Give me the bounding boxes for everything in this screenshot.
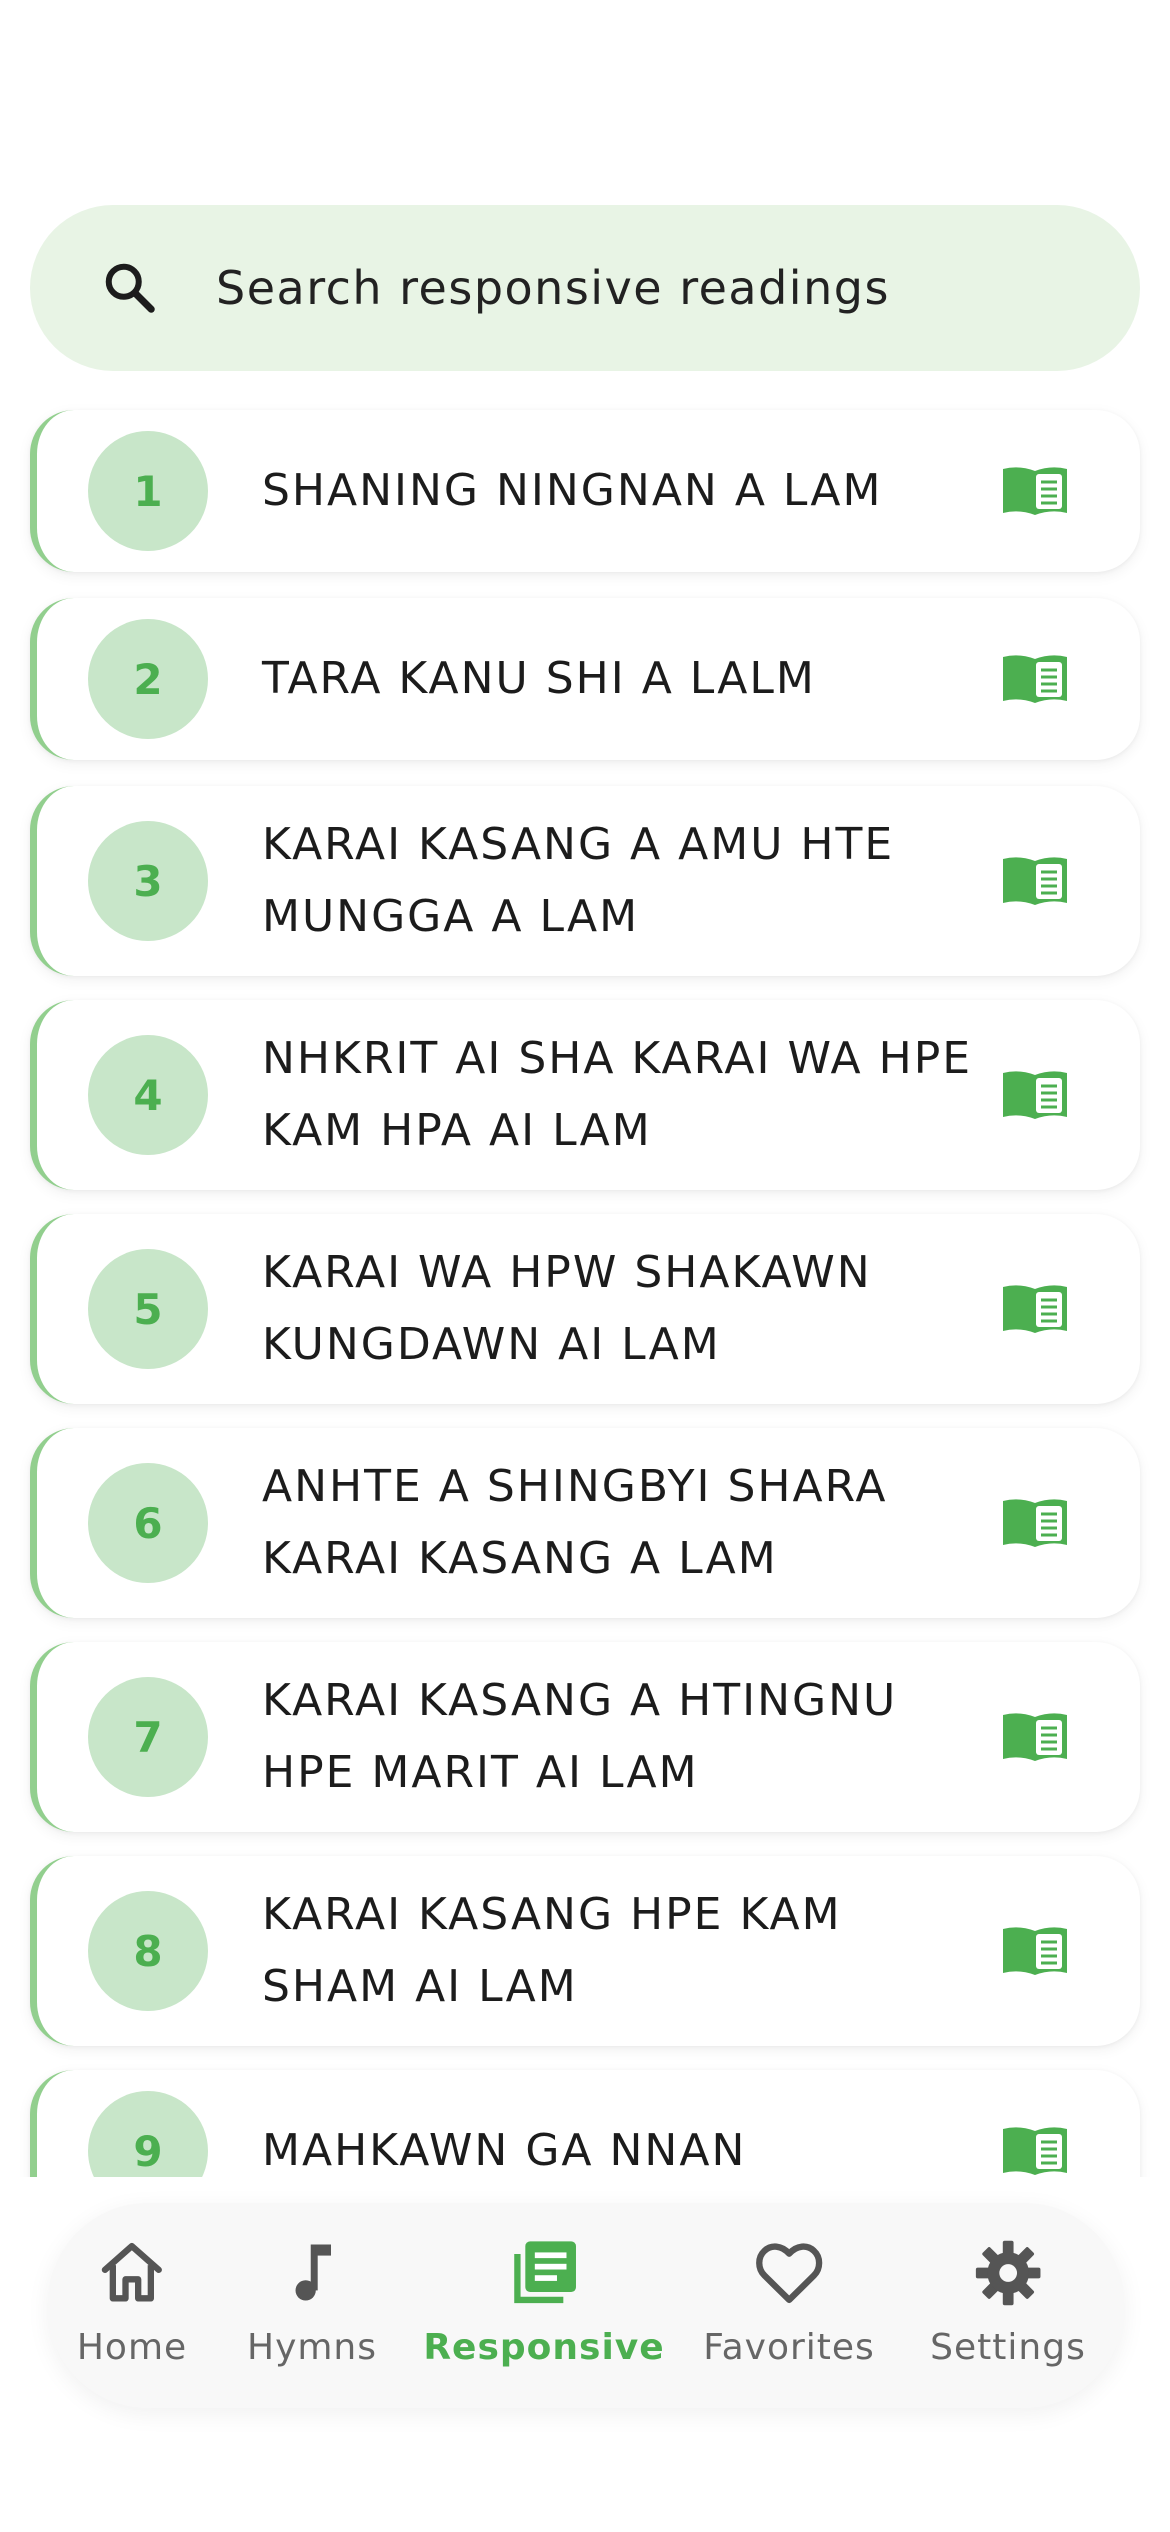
book-icon[interactable]: [1000, 465, 1070, 517]
nav-responsive[interactable]: Responsive: [423, 2235, 664, 2368]
nav-responsive-label: Responsive: [423, 2327, 665, 2368]
reading-title: TARA KANU SHI A LALM: [262, 653, 816, 704]
bottom-navigation: Home Hymns Responsive Favorites Settings: [48, 2203, 1124, 2408]
reading-card-1[interactable]: 1 SHANING NINGNAN A LAM: [30, 410, 1140, 572]
reading-card-9[interactable]: 9 MAHKAWN GA NNAN: [30, 2070, 1140, 2177]
search-bar[interactable]: [30, 205, 1140, 371]
reading-number-badge: 6: [88, 1463, 208, 1583]
book-icon[interactable]: [1000, 1283, 1070, 1335]
book-icon[interactable]: [1000, 1497, 1070, 1549]
book-icon[interactable]: [1000, 1925, 1070, 1977]
book-icon[interactable]: [1000, 855, 1070, 907]
reading-title: KARAI KASANG A HTINGNU HPE MARIT AI LAM: [262, 1675, 898, 1798]
reading-title: SHANING NINGNAN A LAM: [262, 465, 883, 516]
reading-number-badge: 3: [88, 821, 208, 941]
reading-number-badge: 7: [88, 1677, 208, 1797]
nav-home-label: Home: [76, 2327, 188, 2368]
nav-favorites[interactable]: Favorites: [703, 2235, 875, 2368]
heart-icon: [755, 2243, 823, 2304]
reading-title: ANHTE A SHINGBYI SHARA KARAI KASANG A LA…: [262, 1461, 888, 1584]
reading-number-badge: 1: [88, 431, 208, 551]
book-icon[interactable]: [1000, 1069, 1070, 1121]
reading-card-6[interactable]: 6 ANHTE A SHINGBYI SHARA KARAI KASANG A …: [30, 1428, 1140, 1618]
book-icon[interactable]: [1000, 1711, 1070, 1763]
search-icon: [105, 263, 155, 313]
nav-settings-label: Settings: [930, 2327, 1086, 2368]
reading-card-2[interactable]: 2 TARA KANU SHI A LALM: [30, 598, 1140, 760]
book-icon[interactable]: [1000, 2125, 1070, 2177]
home-icon: [101, 2242, 163, 2302]
reading-number-badge: 4: [88, 1035, 208, 1155]
reading-card-7[interactable]: 7 KARAI KASANG A HTINGNU HPE MARIT AI LA…: [30, 1642, 1140, 1832]
nav-settings[interactable]: Settings: [930, 2235, 1086, 2368]
reading-number-badge: 9: [88, 2091, 208, 2177]
book-icon[interactable]: [1000, 653, 1070, 705]
readings-list[interactable]: 1 SHANING NINGNAN A LAM 2 TARA KANU SHI …: [0, 390, 1170, 2177]
reading-title: KARAI WA HPW SHAKAWN KUNGDAWN AI LAM: [262, 1247, 872, 1370]
nav-hymns-label: Hymns: [246, 2327, 378, 2368]
nav-hymns[interactable]: Hymns: [247, 2235, 377, 2368]
reading-title: NHKRIT AI SHA KARAI WA HPE KAM HPA AI LA…: [262, 1033, 973, 1156]
reading-title: KARAI KASANG HPE KAM SHAM AI LAM: [262, 1889, 842, 2012]
reading-card-8[interactable]: 8 KARAI KASANG HPE KAM SHAM AI LAM: [30, 1856, 1140, 2046]
nav-favorites-label: Favorites: [703, 2327, 875, 2368]
search-input[interactable]: [216, 261, 1016, 315]
reading-number-badge: 2: [88, 619, 208, 739]
reading-number-badge: 8: [88, 1891, 208, 2011]
reading-card-3[interactable]: 3 KARAI KASANG A AMU HTE MUNGGA A LAM: [30, 786, 1140, 976]
gear-icon: [975, 2240, 1041, 2306]
reading-card-5[interactable]: 5 KARAI WA HPW SHAKAWN KUNGDAWN AI LAM: [30, 1214, 1140, 1404]
library-books-icon: [513, 2241, 576, 2304]
music-note-icon: [295, 2244, 331, 2301]
reading-number-badge: 5: [88, 1249, 208, 1369]
reading-title: MAHKAWN GA NNAN: [262, 2125, 747, 2176]
reading-card-4[interactable]: 4 NHKRIT AI SHA KARAI WA HPE KAM HPA AI …: [30, 1000, 1140, 1190]
nav-home[interactable]: Home: [77, 2235, 187, 2368]
reading-title: KARAI KASANG A AMU HTE MUNGGA A LAM: [262, 819, 895, 942]
